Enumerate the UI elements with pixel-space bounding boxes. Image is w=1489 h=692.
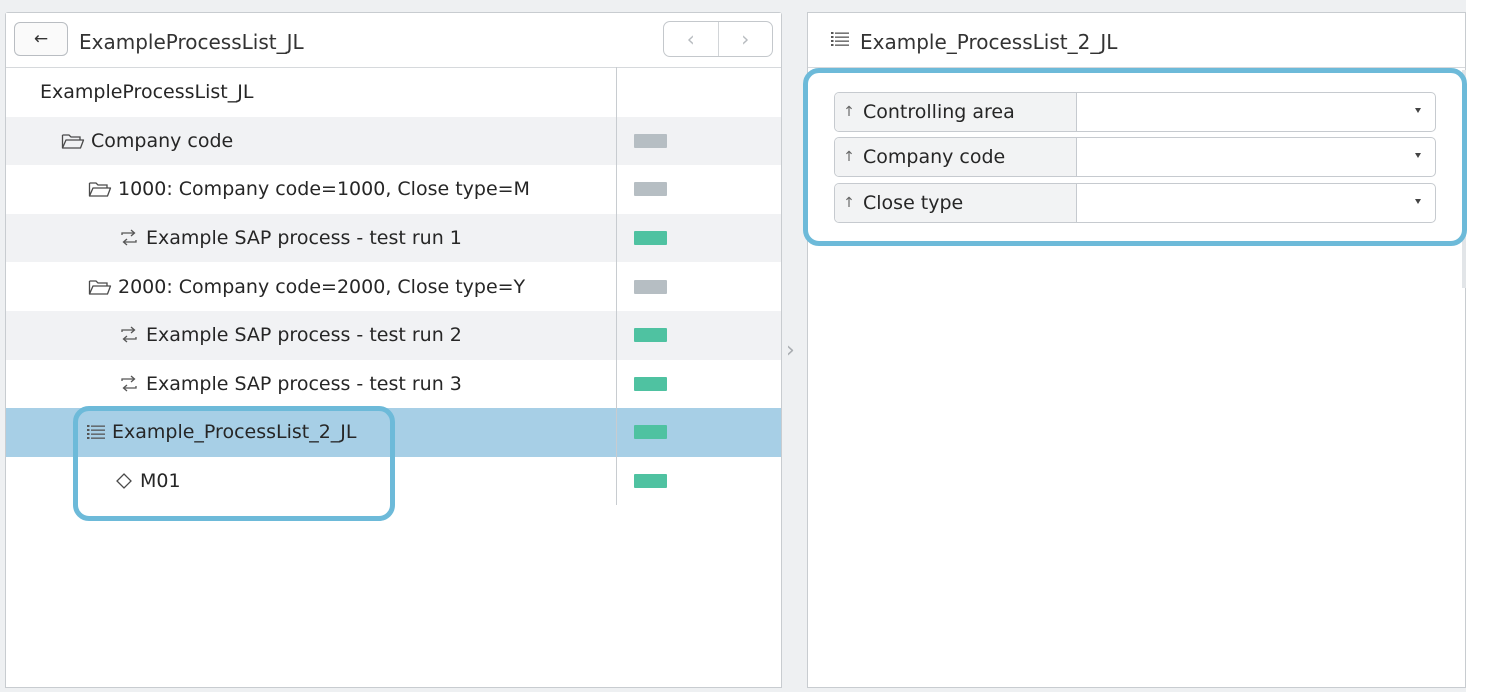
detail-title: Example_ProcessList_2_JL [860,30,1118,54]
back-arrow-icon: ← [33,29,49,49]
tree-row-label: 1000: Company code=1000, Close type=M [118,178,530,201]
diamond-icon [114,471,134,491]
process-list-panel: ← ExampleProcessList_JL ‹ › ExampleProce… [5,12,782,688]
sort-arrow-icon: ↑ [843,195,855,211]
panel-collapse-chevron-icon[interactable]: › [786,338,795,363]
parameter-label: ↑ Controlling area [835,93,1077,131]
tree-row-label: Example SAP process - test run 3 [146,372,462,395]
tree-row-label: Company code [91,129,234,152]
process-icon [118,228,140,248]
parameter-label-text: Company code [863,146,1006,168]
parameter-label: ↑ Close type [835,184,1077,222]
process-tree: ExampleProcessList_JL Company code 1000: C… [6,68,781,505]
status-indicator [634,474,667,489]
tree-row[interactable]: ExampleProcessList_JL [6,68,781,117]
chevron-right-icon: › [741,27,750,51]
navigation-buttons: ‹ › [663,21,773,57]
chevron-left-icon: ‹ [686,27,695,51]
previous-button[interactable]: ‹ [664,22,718,56]
dropdown-caret-icon [1415,108,1421,113]
parameter-row: ↑ Controlling area [834,92,1436,132]
status-indicator [634,133,667,148]
list-icon [830,30,850,52]
process-list-header: ← ExampleProcessList_JL ‹ › [6,13,781,68]
status-indicator [634,376,667,391]
tree-row[interactable]: Example_ProcessList_2_JL [6,408,781,457]
tree-row-label: 2000: Company code=2000, Close type=Y [118,275,526,298]
tree-row[interactable]: Example SAP process - test run 3 [6,360,781,409]
folder-icon [88,278,112,296]
tree-row-label: Example SAP process - test run 1 [146,227,462,250]
list-icon [86,423,106,441]
tree-row-label: M01 [140,470,181,493]
tree-row[interactable]: Example SAP process - test run 1 [6,213,781,263]
back-button[interactable]: ← [14,22,68,56]
detail-header: Example_ProcessList_2_JL [808,13,1465,68]
tree-row-label: Example SAP process - test run 2 [146,324,462,347]
tree-row[interactable]: 1000: Company code=1000, Close type=M [6,165,781,214]
tree-row[interactable]: Example SAP process - test run 2 [6,310,781,360]
folder-icon [61,132,85,150]
tree-row[interactable]: M01 [6,457,781,506]
parameter-dropdown[interactable] [1077,138,1435,176]
tree-row-label: ExampleProcessList_JL [40,81,254,104]
scrollbar-track[interactable] [1462,70,1466,288]
process-icon [118,374,140,394]
page-title: ExampleProcessList_JL [79,30,304,54]
parameter-label-text: Controlling area [863,101,1015,123]
dropdown-caret-icon [1415,199,1421,204]
parameter-label: ↑ Company code [835,138,1077,176]
status-indicator [634,279,667,294]
parameter-label-text: Close type [863,192,964,214]
status-indicator [634,425,667,440]
tree-row[interactable]: Company code [6,116,781,166]
parameter-row: ↑ Close type [834,183,1436,223]
status-column-divider[interactable] [616,67,617,505]
sort-arrow-icon: ↑ [843,104,855,120]
tree-row-label: Example_ProcessList_2_JL [112,421,357,444]
next-button[interactable]: › [717,22,773,56]
parameter-dropdown[interactable] [1077,93,1435,131]
status-indicator [634,328,667,343]
status-indicator [634,182,667,197]
process-icon [118,325,140,345]
parameter-dropdown[interactable] [1077,184,1435,222]
folder-icon [88,180,112,198]
tree-row[interactable]: 2000: Company code=2000, Close type=Y [6,262,781,311]
parameter-row: ↑ Company code [834,137,1436,177]
sort-arrow-icon: ↑ [843,149,855,165]
dropdown-caret-icon [1415,153,1421,158]
status-indicator [634,231,667,246]
